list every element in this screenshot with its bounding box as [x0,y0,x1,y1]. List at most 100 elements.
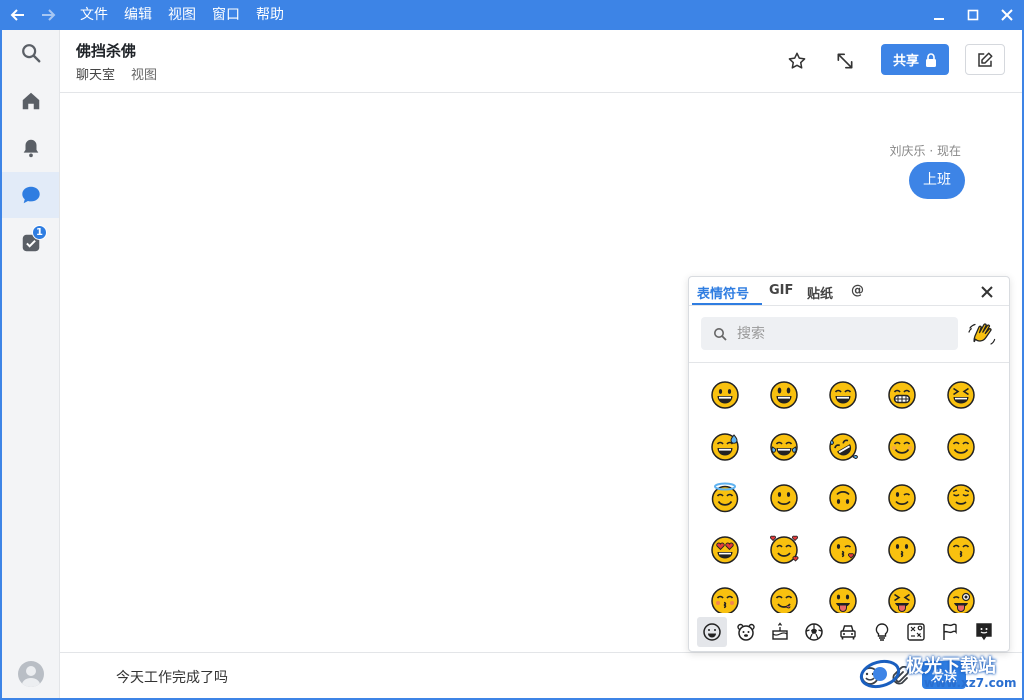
car-icon [840,625,856,640]
share-button[interactable]: 共享 [881,44,949,75]
symbols-icon [907,623,925,641]
smiling-eyes-icon[interactable] [886,431,918,463]
back-arrow-icon[interactable] [6,0,30,30]
search-input[interactable] [737,324,937,344]
category-food[interactable] [765,617,795,647]
title-bar: 文件 编辑 视图 窗口 帮助 [0,0,1024,30]
winking-tongue-icon[interactable] [945,585,977,613]
expand-icon[interactable] [830,46,860,76]
close-window-icon[interactable] [990,0,1024,30]
squinting-tongue-icon[interactable] [886,585,918,613]
room-header: 佛挡杀佛 聊天室 视图 共享 [60,30,1022,93]
halo-face-icon[interactable] [709,482,741,514]
watermark-text: 极光下载站 [906,656,996,677]
category-smileys[interactable] [697,617,727,647]
sidebar-item-home[interactable] [2,78,59,124]
edit-button[interactable] [965,44,1005,75]
upside-down-face-icon[interactable] [827,482,859,514]
cake-icon [772,622,788,640]
tab-gif[interactable]: GIF [769,283,793,298]
winking-face-icon[interactable] [886,482,918,514]
menu-help[interactable]: 帮助 [248,0,292,30]
category-flags[interactable] [935,617,965,647]
message-input[interactable]: 今天工作完成了吗 [116,667,228,687]
edit-icon [978,52,993,67]
task-badge: 1 [32,225,47,240]
kissing-closed-eyes-icon[interactable] [709,585,741,613]
page-title: 佛挡杀佛 [76,42,137,60]
tab-emoji[interactable]: 表情符号 [697,283,749,302]
custom-emoji-icon [976,623,992,641]
message-meta: 刘庆乐 · 现在 [889,144,961,158]
emoji-grid [689,363,1009,613]
category-travel[interactable] [833,617,863,647]
home-icon [22,92,39,110]
tongue-out-icon[interactable] [827,585,859,613]
watermark: 极光下载站 www.xz7.com [858,650,1018,696]
kissing-face-icon[interactable] [886,534,918,566]
menu-file[interactable]: 文件 [72,0,116,30]
chat-bubble-icon [21,186,40,204]
emoji-search [701,317,958,350]
share-button-label: 共享 [892,54,919,69]
maximize-icon[interactable] [956,0,990,30]
kissing-smiling-eyes-icon[interactable] [945,534,977,566]
active-tab-indicator [692,303,762,305]
emoji-picker: 表情符号 GIF 贴纸 @ [688,276,1010,652]
star-icon[interactable] [782,46,812,76]
avatar[interactable] [18,661,44,687]
bear-icon [737,623,755,641]
minimize-icon[interactable] [922,0,956,30]
yum-face-icon[interactable] [768,585,800,613]
sidebar: 1 [2,30,60,698]
tab-mention[interactable]: @ [851,283,864,298]
tears-of-joy-icon[interactable] [768,431,800,463]
tab-stickers[interactable]: 贴纸 [807,283,833,302]
message-bubble: 上班 [909,162,965,199]
search-icon [21,44,40,63]
category-custom[interactable] [969,617,999,647]
blowing-kiss-icon[interactable] [827,534,859,566]
search-icon [714,328,727,341]
lock-icon [926,52,936,67]
slightly-smiling-eyes-icon[interactable] [945,431,977,463]
menu-view[interactable]: 视图 [160,0,204,30]
grinning-big-eyes-icon[interactable] [768,379,800,411]
beaming-face-icon[interactable] [886,379,918,411]
category-objects[interactable] [867,617,897,647]
menu-window[interactable]: 窗口 [204,0,248,30]
grinning-face-icon[interactable] [709,379,741,411]
tab-view[interactable]: 视图 [131,64,157,83]
category-activity[interactable] [799,617,829,647]
relieved-face-icon[interactable] [945,482,977,514]
smiley-icon [703,623,721,641]
sidebar-item-chat[interactable] [2,172,59,218]
window-controls [922,0,1024,30]
tab-chatroom[interactable]: 聊天室 [76,64,115,83]
sidebar-item-notifications[interactable] [2,125,59,171]
heart-eyes-icon[interactable] [709,534,741,566]
flag-icon [943,623,957,640]
slightly-smiling-face-icon[interactable] [768,482,800,514]
room-tabs: 聊天室 视图 [76,64,157,83]
watermark-logo [859,659,901,689]
waving-hand-icon[interactable] [967,320,997,350]
sidebar-item-tasks[interactable]: 1 [2,220,59,266]
rofl-icon[interactable] [827,431,859,463]
sidebar-item-search[interactable] [2,30,59,76]
soccer-ball-icon [805,623,823,641]
picker-tabs: 表情符号 GIF 贴纸 @ [689,277,1009,306]
grinning-smiling-eyes-icon[interactable] [827,379,859,411]
emoji-categories [689,613,1009,651]
watermark-url: www.xz7.com [924,676,1017,690]
squinting-face-icon[interactable] [945,379,977,411]
smiling-hearts-icon[interactable] [768,534,800,566]
forward-arrow-icon[interactable] [36,0,60,30]
lightbulb-icon [875,623,889,641]
sweat-smile-icon[interactable] [709,431,741,463]
category-symbols[interactable] [901,617,931,647]
bell-icon [23,139,38,158]
close-icon[interactable] [979,284,995,300]
category-animals[interactable] [731,617,761,647]
menu-edit[interactable]: 编辑 [116,0,160,30]
